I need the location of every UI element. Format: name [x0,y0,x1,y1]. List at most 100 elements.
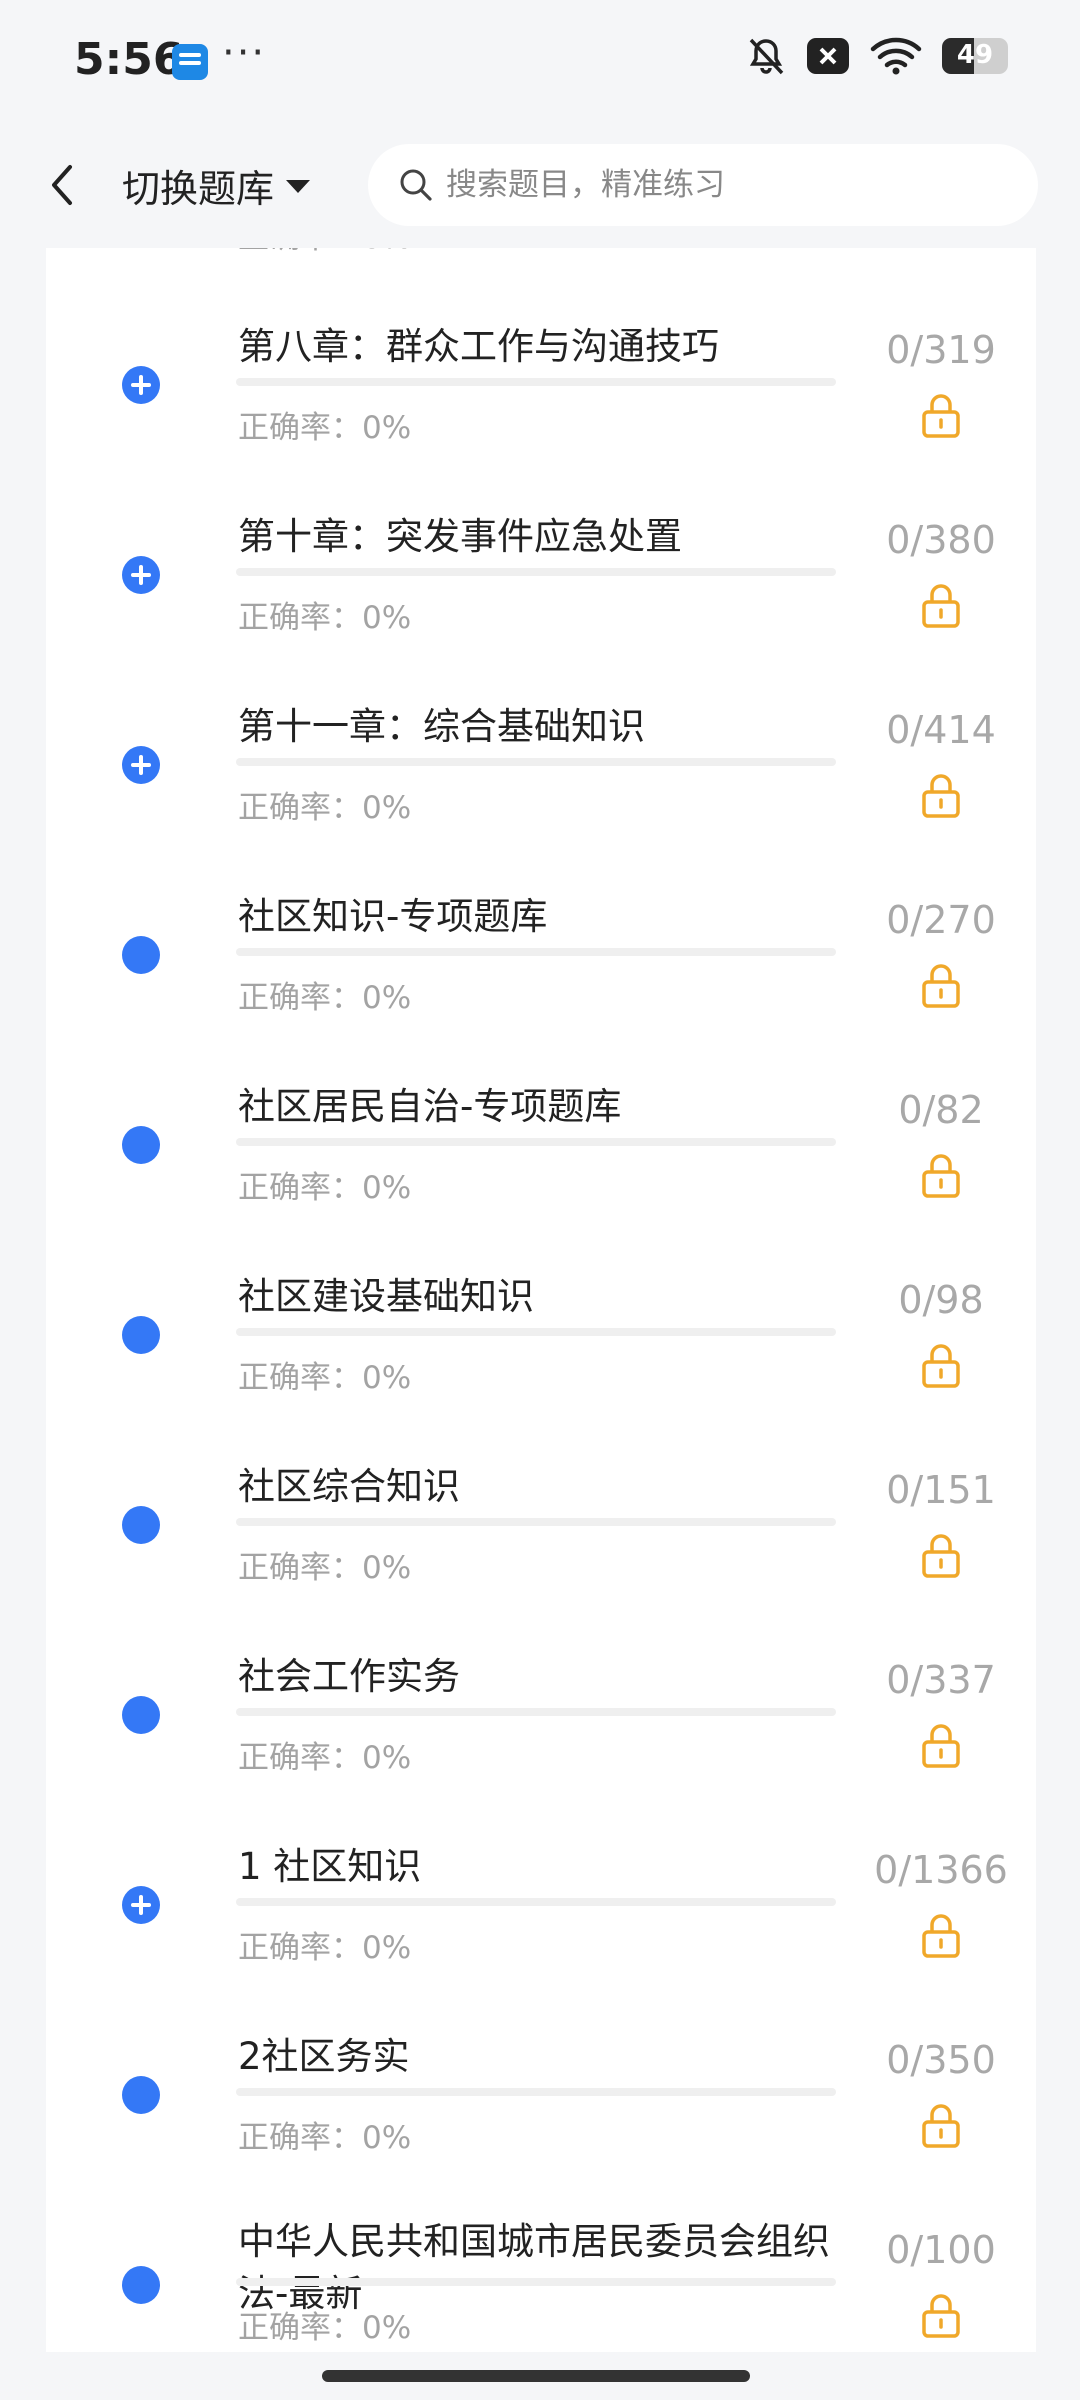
chapter-title: 第十章：突发事件应急处置 [238,515,682,558]
battery-level: 49 [956,40,994,70]
question-count: 0/1366 [874,1848,1008,1892]
accuracy-text: 正确率：0% [238,410,412,446]
progress-bar [236,1708,836,1716]
chapter-row[interactable]: 社区居民自治-专项题库 正确率：0% 0/82 [46,1048,1036,1238]
back-button[interactable] [40,155,94,215]
lock-icon [918,248,964,250]
question-count: 0/98 [898,1278,984,1322]
progress-bar [236,948,836,956]
chapter-row[interactable]: 第八章：群众工作与沟通技巧 正确率：0% 0/319 [46,288,1036,478]
lock-icon [922,1344,960,1388]
progress-bar [236,568,836,576]
battery-icon: 49 [942,38,1008,74]
home-indicator[interactable] [322,2370,750,2382]
chapter-row[interactable]: 社区综合知识 正确率：0% 0/151 [46,1428,1036,1618]
chapter-row[interactable]: 社会工作实务 正确率：0% 0/337 [46,1618,1036,1808]
wallet-app-icon [172,44,208,80]
progress-bar [236,1138,836,1146]
chapter-row[interactable]: 中华人民共和国城市居民委员会组织法-最新 正确率：0% 0/100 [46,2188,1036,2352]
chapter-row[interactable]: 1 社区知识 正确率：0% 0/1366 [46,1808,1036,1998]
question-count: 0/270 [886,898,996,942]
progress-bar [236,2088,836,2096]
question-count: 0/319 [886,328,996,372]
chapter-title: 第八章：群众工作与沟通技巧 [238,325,719,368]
chapter-row[interactable]: 第十章：突发事件应急处置 正确率：0% 0/380 [46,478,1036,668]
top-bar: 切换题库 [0,120,1080,250]
accuracy-text: 正确率：0% [238,600,412,636]
expand-plus-icon[interactable] [122,556,160,594]
dot-marker-icon[interactable] [122,936,160,974]
switch-bank-label: 切换题库 [122,167,275,211]
more-notifications-icon: ··· [222,30,267,76]
chapter-row[interactable]: 正确率：0% 0/137 [46,248,1036,288]
accuracy-text: 正确率：0% [238,1550,412,1586]
accuracy-text: 正确率：0% [238,1170,412,1206]
lock-icon [922,774,960,818]
back-arrow-icon [52,165,72,205]
expand-plus-icon[interactable] [122,746,160,784]
accuracy-text: 正确率：0% [238,248,411,257]
chapter-title: 社区居民自治-专项题库 [238,1085,622,1128]
accuracy-text: 正确率：0% [238,790,412,826]
chapter-title: 社区建设基础知识 [238,1275,534,1318]
lock-icon [922,1724,960,1768]
expand-plus-icon[interactable] [122,366,160,404]
notification-x-icon [807,38,849,74]
lock-icon [922,964,960,1008]
search-input[interactable] [444,166,1008,204]
progress-bar [236,758,836,766]
wifi-icon [870,37,922,75]
accuracy-text: 正确率：0% [238,980,412,1016]
chapter-row[interactable]: 社区知识-专项题库 正确率：0% 0/270 [46,858,1036,1048]
question-count: 0/151 [886,1468,996,1512]
chapter-title: 社区知识-专项题库 [238,895,548,938]
chapter-row[interactable]: 第十一章：综合基础知识 正确率：0% 0/414 [46,668,1036,858]
progress-bar [236,378,836,386]
question-count: 0/100 [886,2228,996,2272]
status-icons: 49 [746,36,1008,76]
switch-bank-button[interactable]: 切换题库 [122,158,312,213]
chapter-row[interactable]: 社区建设基础知识 正确率：0% 0/98 [46,1238,1036,1428]
question-count: 0/414 [886,708,996,752]
chapter-title: 1 社区知识 [238,1845,422,1888]
chapter-title: 第十一章：综合基础知识 [238,705,645,748]
dot-marker-icon[interactable] [122,1316,160,1354]
bell-muted-icon [749,38,784,75]
lock-icon [922,1534,960,1578]
status-bar: 5:56 ··· 49 [0,0,1080,120]
lock-icon [922,394,960,438]
status-time: 5:56 [74,34,184,85]
chapter-list: 正确率：0% 0/137 第八章：群众工作与沟通技巧 正确率：0% 0/319 … [46,248,1036,2352]
chapter-row[interactable]: 2社区务实 正确率：0% 0/350 [46,1998,1036,2188]
lock-icon [922,1154,960,1198]
dot-marker-icon[interactable] [122,1696,160,1734]
dot-marker-icon[interactable] [122,1506,160,1544]
question-bank-list: 正确率：0% 0/137 第八章：群众工作与沟通技巧 正确率：0% 0/319 … [46,248,1036,2352]
dot-marker-icon[interactable] [122,1126,160,1164]
accuracy-text: 正确率：0% [238,2120,412,2156]
chapter-title: 社区综合知识 [238,1465,460,1508]
progress-bar [236,1518,836,1526]
expand-plus-icon[interactable] [122,1886,160,1924]
accuracy-text: 正确率：0% [238,1930,412,1966]
search-icon [400,169,432,201]
lock-icon [922,584,960,628]
question-count: 0/380 [886,518,996,562]
progress-bar [236,1328,836,1336]
lock-icon [922,2104,960,2148]
lock-icon [922,1914,960,1958]
dot-marker-icon[interactable] [122,2076,160,2114]
lock-icon [922,2294,960,2338]
dot-marker-icon[interactable] [122,2266,160,2304]
accuracy-text: 正确率：0% [238,2310,412,2346]
progress-bar [236,2278,836,2286]
chapter-title: 2社区务实 [238,2035,410,2078]
chapter-title: 社会工作实务 [238,1655,460,1698]
accuracy-text: 正确率：0% [238,1360,412,1396]
progress-bar [236,1898,836,1906]
question-count: 0/350 [886,2038,996,2082]
question-count: 0/337 [886,1658,996,1702]
caret-down-icon [286,179,311,193]
search-bar[interactable] [368,144,1038,226]
question-count: 0/82 [898,1088,984,1132]
